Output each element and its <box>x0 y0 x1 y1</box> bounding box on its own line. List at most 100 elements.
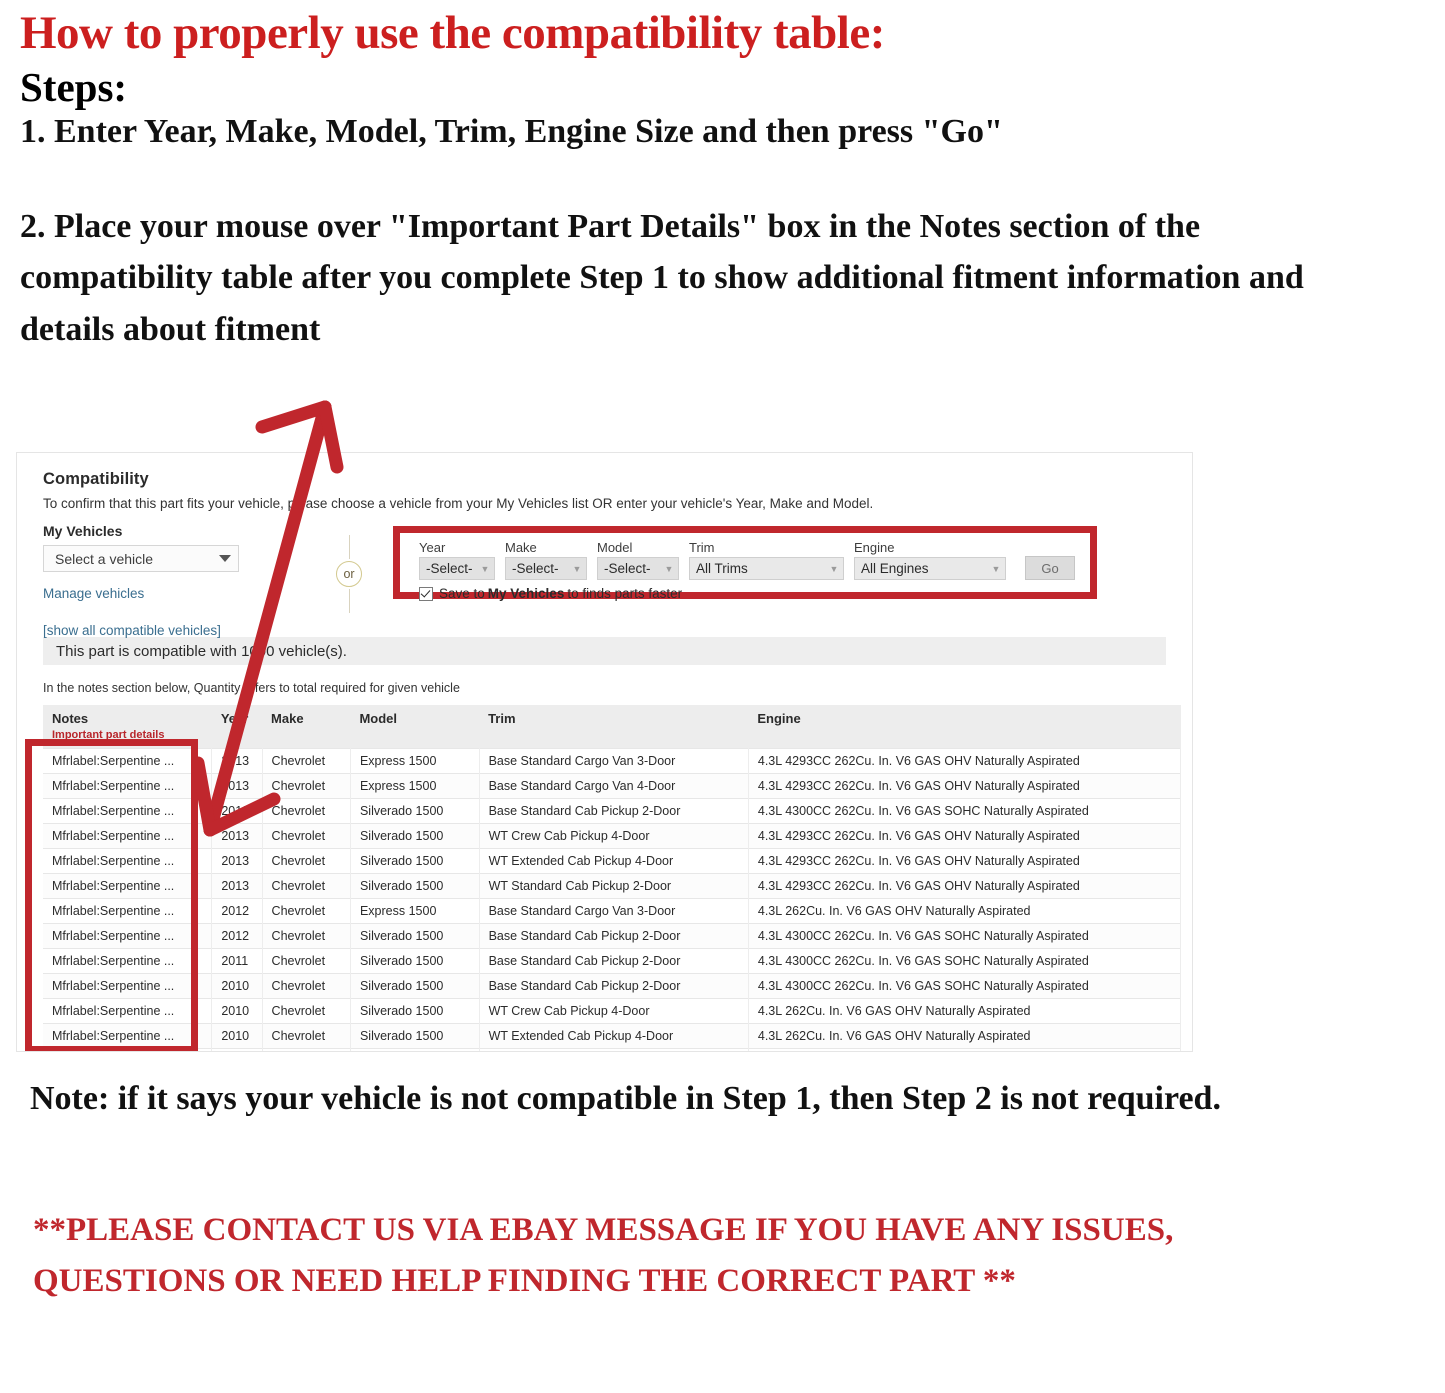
cell-notes[interactable]: Mfrlabel:Serpentine ... <box>43 823 213 849</box>
cell-make: Chevrolet <box>262 998 351 1024</box>
cell-make: Chevrolet <box>262 798 351 824</box>
cell-notes[interactable]: Mfrlabel:Serpentine ... <box>43 773 213 799</box>
engine-select[interactable]: All Engines ▼ <box>854 557 1006 580</box>
cell-engine: 4.3L 4300CC 262Cu. In. V6 GAS SOHC Natur… <box>748 948 1182 974</box>
my-vehicles-label: My Vehicles <box>43 523 123 539</box>
cell-model: Silverado 1500 <box>350 848 480 874</box>
cell-engine: 4.3L 4300CC 262Cu. In. V6 GAS SOHC Natur… <box>748 923 1182 949</box>
make-select-value: -Select- <box>512 561 559 576</box>
chevron-down-icon <box>219 555 231 562</box>
year-field-group: Year -Select- ▼ <box>419 540 495 580</box>
cell-trim: WT Standard Cab Pickup 2-Door <box>479 1048 749 1051</box>
notes-quantity-hint: In the notes section below, Quantity ref… <box>43 681 460 695</box>
table-row: Mfrlabel:Serpentine ... 2013 Chevrolet Silv… <box>43 798 1182 824</box>
cell-model: Silverado 1500 <box>350 923 480 949</box>
table-row: Mfrlabel:Serpentine ... 2013 Chevrolet Expr… <box>43 748 1182 774</box>
cell-notes[interactable]: Mfrlabel:Serpentine ... <box>43 1023 213 1049</box>
table-row: Mfrlabel:Serpentine ...2010ChevroletSilv… <box>43 1048 1182 1051</box>
cell-notes[interactable]: Mfrlabel:Serpentine ... <box>43 798 213 824</box>
cell-make: Chevrolet <box>262 948 351 974</box>
cell-model: Express 1500 <box>350 898 480 924</box>
cell-model: Silverado 1500 <box>350 1048 480 1051</box>
trim-select-value: All Trims <box>696 561 748 576</box>
cell-notes[interactable]: Mfrlabel:Serpentine ... <box>43 748 213 774</box>
cell-year: 2010 <box>211 973 263 999</box>
manage-vehicles-link[interactable]: Manage vehicles <box>43 586 303 601</box>
table-row: Mfrlabel:Serpentine ... 2013 Chevrolet Silv… <box>43 823 1182 849</box>
cell-engine: 4.3L 4300CC 262Cu. In. V6 GAS SOHC Natur… <box>748 798 1182 824</box>
or-line-bottom <box>348 589 350 613</box>
cell-notes[interactable]: Mfrlabel:Serpentine ... <box>43 848 213 874</box>
make-select[interactable]: -Select- ▼ <box>505 557 587 580</box>
cell-trim: Base Standard Cargo Van 3-Door <box>479 898 749 924</box>
my-vehicles-column: My Vehicles Select a vehicle Manage vehi… <box>43 523 303 638</box>
save-to-my-vehicles-checkbox[interactable] <box>419 586 433 601</box>
model-select[interactable]: -Select- ▼ <box>597 557 679 580</box>
header-make: Make <box>262 705 351 749</box>
go-button[interactable]: Go <box>1025 556 1075 580</box>
model-select-value: -Select- <box>604 561 651 576</box>
or-badge: or <box>336 561 362 587</box>
compatibility-count-banner: This part is compatible with 1000 vehicl… <box>43 637 1166 665</box>
cell-notes[interactable]: Mfrlabel:Serpentine ... <box>43 898 213 924</box>
cell-engine: 4.3L 262Cu. In. V6 GAS OHV Naturally Asp… <box>748 898 1182 924</box>
cell-make: Chevrolet <box>262 973 351 999</box>
table-row: Mfrlabel:Serpentine ...2010ChevroletSilv… <box>43 1023 1182 1049</box>
table-row: Mfrlabel:Serpentine ... 2012 Chevrolet Silv… <box>43 923 1182 949</box>
cell-year: 2013 <box>211 848 263 874</box>
step-2-text: 2. Place your mouse over "Important Part… <box>20 207 1304 348</box>
cell-trim: Base Standard Cargo Van 3-Door <box>479 748 749 774</box>
cell-year: 2010 <box>211 1023 263 1049</box>
or-line-top <box>348 535 350 559</box>
table-row: Mfrlabel:Serpentine ...2010ChevroletSilv… <box>43 998 1182 1024</box>
cell-year: 2012 <box>211 898 263 924</box>
cell-notes[interactable]: Mfrlabel:Serpentine ... <box>43 1048 213 1051</box>
header-notes-label: Notes <box>52 711 89 726</box>
save-bold-text: My Vehicles <box>487 586 565 601</box>
steps-label: Steps: <box>20 63 128 110</box>
trim-select[interactable]: All Trims ▼ <box>689 557 844 580</box>
vehicle-select-value: Select a vehicle <box>55 550 154 567</box>
fitment-table-header-row: Notes Important part details Year Make M… <box>43 705 1181 749</box>
cell-notes[interactable]: Mfrlabel:Serpentine ... <box>43 923 213 949</box>
cell-year: 2013 <box>211 748 263 774</box>
table-row: Mfrlabel:Serpentine ... 2013 Chevrolet Silv… <box>43 873 1182 899</box>
cell-model: Express 1500 <box>350 773 480 799</box>
table-row: Mfrlabel:Serpentine ...2010ChevroletSilv… <box>43 973 1182 999</box>
compatibility-subtext: To confirm that this part fits your vehi… <box>43 496 874 511</box>
cell-notes[interactable]: Mfrlabel:Serpentine ... <box>43 973 213 999</box>
step-1-text: 1. Enter Year, Make, Model, Trim, Engine… <box>20 112 1003 150</box>
cell-make: Chevrolet <box>262 1023 351 1049</box>
model-label: Model <box>597 540 633 555</box>
cell-engine: 4.3L 262Cu. In. V6 GAS OHV Naturally Asp… <box>748 1023 1182 1049</box>
cell-year: 2011 <box>211 948 263 974</box>
footer-contact-text: **PLEASE CONTACT US VIA EBAY MESSAGE IF … <box>33 1212 1174 1300</box>
cell-trim: WT Extended Cab Pickup 4-Door <box>479 1023 749 1049</box>
vehicle-select-dropdown[interactable]: Select a vehicle <box>43 545 239 572</box>
cell-notes[interactable]: Mfrlabel:Serpentine ... <box>43 873 213 899</box>
fitment-table-body: Mfrlabel:Serpentine ... 2013 Chevrolet Expr… <box>43 748 1182 1051</box>
cell-notes[interactable]: Mfrlabel:Serpentine ... <box>43 998 213 1024</box>
save-prefix-text: Save to <box>439 586 485 601</box>
year-select[interactable]: -Select- ▼ <box>419 557 495 580</box>
cell-year: 2010 <box>211 998 263 1024</box>
cell-trim: Base Standard Cab Pickup 2-Door <box>479 923 749 949</box>
table-row: Mfrlabel:Serpentine ... 2013 Chevrolet Silv… <box>43 848 1182 874</box>
page-title: How to properly use the compatibility ta… <box>20 7 885 59</box>
cell-trim: Base Standard Cab Pickup 2-Door <box>479 948 749 974</box>
save-to-my-vehicles-row[interactable]: Save to My Vehicles to finds parts faste… <box>400 580 1090 601</box>
cell-trim: WT Standard Cab Pickup 2-Door <box>479 873 749 899</box>
header-model: Model <box>350 705 480 749</box>
cell-model: Silverado 1500 <box>350 823 480 849</box>
important-part-details-label[interactable]: Important part details <box>52 729 212 741</box>
cell-model: Silverado 1500 <box>350 948 480 974</box>
cell-model: Silverado 1500 <box>350 973 480 999</box>
cell-engine: 4.3L 4293CC 262Cu. In. V6 GAS OHV Natura… <box>748 848 1182 874</box>
engine-label: Engine <box>854 540 895 555</box>
cell-trim: Base Standard Cab Pickup 2-Door <box>479 798 749 824</box>
vehicle-entry-fields: Year -Select- ▼ Make -Select- ▼ Model -S… <box>400 533 1090 580</box>
show-all-compatible-vehicles-link[interactable]: [show all compatible vehicles] <box>43 623 303 638</box>
or-divider: or <box>329 535 369 613</box>
cell-notes[interactable]: Mfrlabel:Serpentine ... <box>43 948 213 974</box>
cell-engine: 4.3L 4293CC 262Cu. In. V6 GAS OHV Natura… <box>748 873 1182 899</box>
